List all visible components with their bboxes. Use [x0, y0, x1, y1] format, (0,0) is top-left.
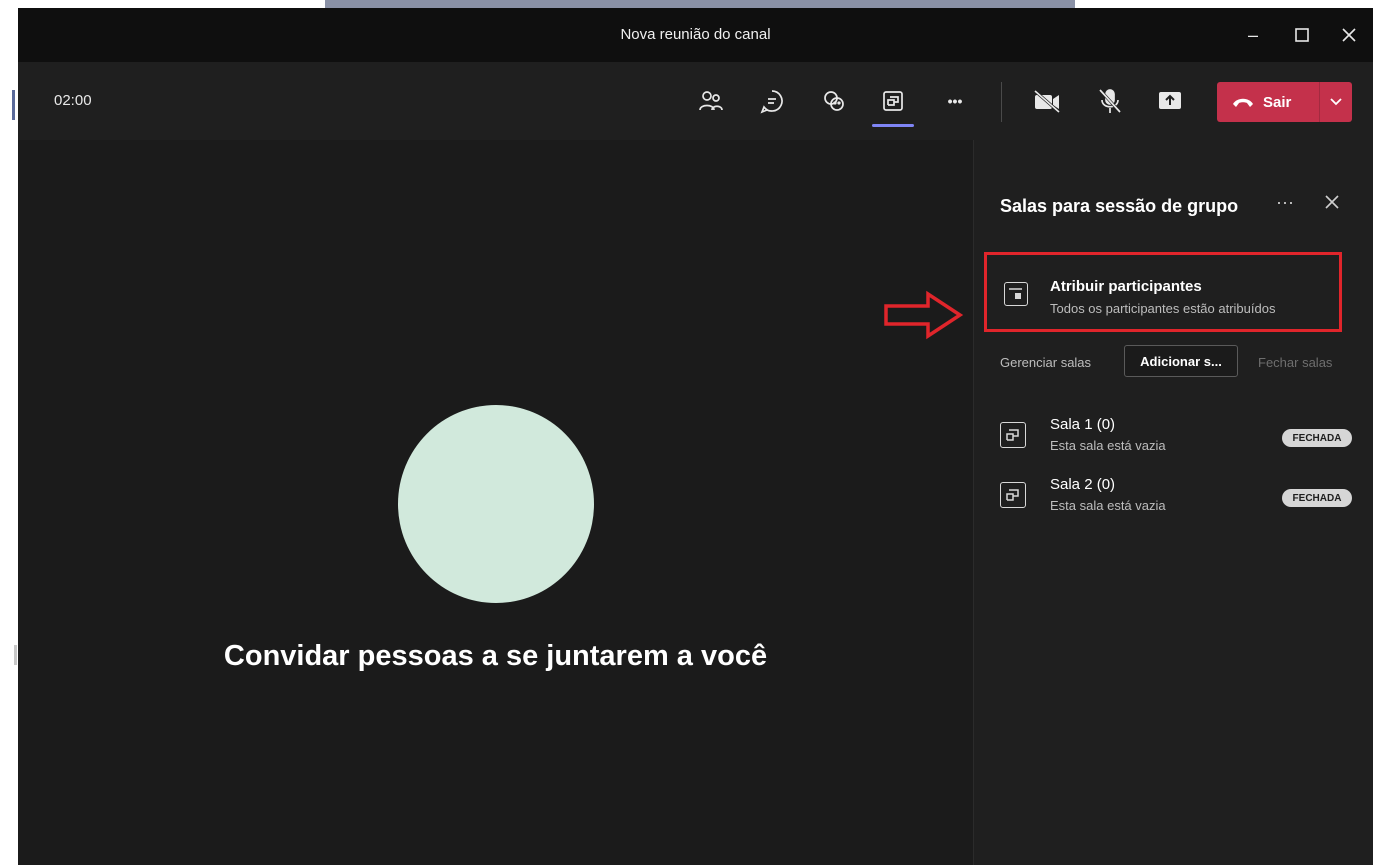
invite-message: Convidar pessoas a se juntarem a você: [18, 640, 973, 673]
status-badge: FECHADA: [1282, 429, 1352, 447]
close-icon: [1342, 28, 1356, 42]
minimize-button[interactable]: –: [1240, 22, 1266, 48]
red-arrow-annotation: [884, 290, 964, 340]
camera-off-icon: [1034, 89, 1060, 114]
meeting-timer: 02:00: [54, 92, 92, 109]
meeting-window: Nova reunião do canal – 02:00 ••• Sair C…: [18, 8, 1373, 865]
more-icon: •••: [947, 93, 963, 109]
assign-participants-subtitle: Todos os participantes estão atribuídos: [1050, 301, 1276, 316]
close-rooms-button[interactable]: Fechar salas: [1258, 355, 1332, 370]
close-window-button[interactable]: [1336, 22, 1362, 48]
camera-button[interactable]: [1030, 84, 1064, 118]
edge-mark: [14, 645, 17, 665]
room-name: Sala 1 (0): [1050, 416, 1116, 433]
panel-close-button[interactable]: [1324, 190, 1340, 216]
meeting-stage: Convidar pessoas a se juntarem a você: [18, 140, 973, 865]
share-screen-button[interactable]: [1153, 84, 1187, 118]
mic-off-icon: [1098, 88, 1122, 114]
maximize-button[interactable]: [1289, 22, 1315, 48]
breakout-rooms-button[interactable]: [876, 84, 910, 118]
room-name: Sala 2 (0): [1050, 476, 1116, 493]
close-icon: [1325, 195, 1339, 209]
avatar: [398, 405, 594, 603]
edge-mark: [12, 90, 15, 120]
room-icon: [1000, 482, 1026, 508]
window-title: Nova reunião do canal: [620, 26, 771, 43]
people-icon: [699, 91, 723, 111]
breakout-rooms-icon: [1006, 429, 1019, 441]
microphone-button[interactable]: [1093, 84, 1127, 118]
room-item-1[interactable]: Sala 1 (0) Esta sala está vazia FECHADA: [1000, 416, 1360, 466]
hang-up-icon: [1233, 98, 1253, 107]
room-status: Esta sala está vazia: [1050, 498, 1166, 513]
chat-icon: [760, 90, 783, 114]
breakout-rooms-icon: [1006, 489, 1019, 501]
more-actions-button[interactable]: •••: [938, 84, 972, 118]
invite-text: Convidar pessoas a se juntarem a você: [223, 640, 768, 672]
breakout-rooms-panel: Salas para sessão de grupo ··· Atribuir …: [973, 140, 1373, 865]
toolbar-divider: [1001, 82, 1002, 122]
manage-rooms-label: Gerenciar salas: [1000, 355, 1092, 370]
participants-button[interactable]: [694, 84, 728, 118]
active-tab-indicator: [872, 124, 914, 127]
meeting-toolbar: 02:00 ••• Sair: [18, 62, 1373, 140]
background-edge: [0, 60, 18, 865]
title-bar: Nova reunião do canal –: [18, 8, 1373, 62]
status-badge: FECHADA: [1282, 489, 1352, 507]
assign-participants-button[interactable]: Atribuir participantes: [1050, 278, 1202, 295]
add-room-button[interactable]: Adicionar s...: [1124, 345, 1238, 377]
reactions-icon: [824, 91, 844, 111]
chevron-down-icon: [1330, 98, 1342, 106]
leave-options-button[interactable]: [1320, 82, 1352, 122]
room-item-2[interactable]: Sala 2 (0) Esta sala está vazia FECHADA: [1000, 476, 1360, 526]
maximize-icon: [1295, 28, 1309, 42]
room-icon: [1000, 422, 1026, 448]
leave-button[interactable]: Sair: [1217, 82, 1319, 122]
chat-button[interactable]: [755, 84, 789, 118]
assign-participants-icon[interactable]: [1004, 282, 1028, 306]
leave-button-group: Sair: [1217, 82, 1352, 122]
share-icon: [1159, 92, 1181, 109]
leave-label: Sair: [1263, 93, 1292, 111]
breakout-rooms-icon: [883, 91, 903, 111]
panel-more-button[interactable]: ···: [1276, 192, 1294, 213]
assign-icon-glyph: [1009, 288, 1022, 299]
panel-title: Salas para sessão de grupo: [1000, 196, 1239, 216]
room-status: Esta sala está vazia: [1050, 438, 1166, 453]
background-strip: [325, 0, 1075, 8]
reactions-button[interactable]: [817, 84, 851, 118]
